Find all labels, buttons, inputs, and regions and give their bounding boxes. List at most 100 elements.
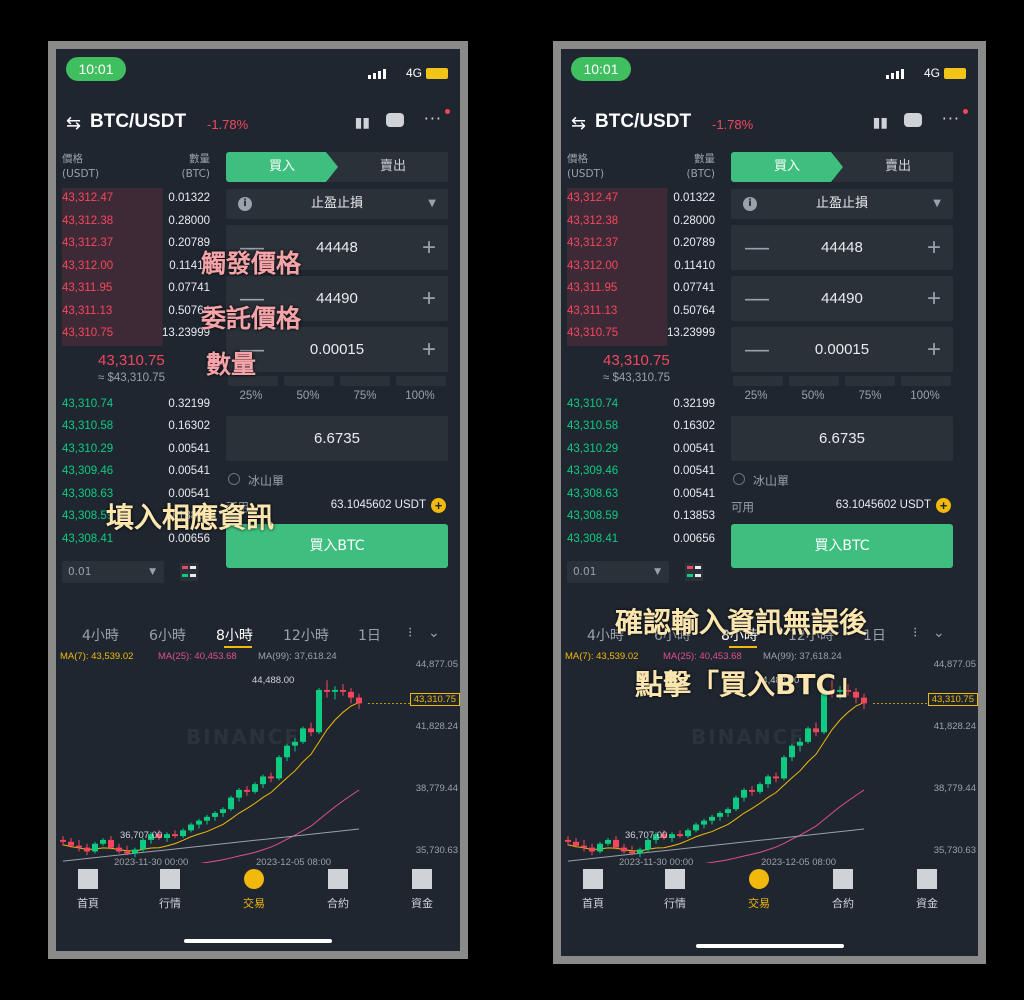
ask-row[interactable]: 43,311.13 0.50764 [62,300,210,323]
bid-row[interactable]: 43,309.46 0.00541 [567,461,715,484]
nav-markets[interactable]: 行情 [140,869,200,911]
nav-futures[interactable]: 合約 [813,869,873,911]
amount-slider[interactable] [226,376,448,386]
ask-row[interactable]: 43,311.95 0.07741 [567,278,715,301]
percent-75[interactable]: 75% [842,390,898,402]
info-icon[interactable]: i [238,197,252,211]
book-layout-icon[interactable] [180,563,198,581]
plus-icon[interactable]: + [422,225,436,270]
nav-markets[interactable]: 行情 [645,869,705,911]
iceberg-option[interactable]: 冰山單 [731,469,953,491]
percent-75[interactable]: 75% [337,390,393,402]
bid-row[interactable]: 43,310.29 0.00541 [62,439,210,462]
ask-row[interactable]: 43,312.00 0.11410 [62,255,210,278]
ask-row[interactable]: 43,311.13 0.50764 [567,300,715,323]
candle-chart-icon[interactable]: ▮▮ [355,115,370,131]
trigger-price-value[interactable]: 44448 [316,239,358,256]
percent-50[interactable]: 50% [280,390,336,402]
more-icon[interactable]: ··· [942,109,960,128]
add-funds-icon[interactable]: + [936,498,951,513]
bid-row[interactable]: 43,310.58 0.16302 [62,416,210,439]
book-layout-icon[interactable] [685,563,703,581]
plus-icon[interactable]: + [422,276,436,321]
info-icon[interactable]: i [743,197,757,211]
iceberg-option[interactable]: 冰山單 [226,469,448,491]
percent-100[interactable]: 100% [897,390,953,402]
trigger-price-value[interactable]: 44448 [821,239,863,256]
ask-row[interactable]: 43,312.37 0.20789 [62,233,210,256]
tab-interval-6h[interactable]: 6小時 [149,625,186,645]
bid-row[interactable]: 43,310.58 0.16302 [567,416,715,439]
add-funds-icon[interactable]: + [431,498,446,513]
swap-pair-icon[interactable]: ⇆ [571,113,586,134]
nav-trade[interactable]: 交易 [729,869,789,911]
amount-field[interactable]: — 0.00015 + [731,327,953,372]
nav-wallet[interactable]: 資金 [897,869,957,911]
amount-value[interactable]: 0.00015 [815,341,869,358]
bot-icon[interactable] [386,113,404,127]
ask-row[interactable]: 43,311.95 0.07741 [62,278,210,301]
percent-50[interactable]: 50% [785,390,841,402]
nav-home[interactable]: 首頁 [563,869,623,911]
iceberg-radio[interactable] [733,473,745,485]
depth-select[interactable]: 0.01 ▼ [567,561,669,583]
order-type-select[interactable]: i 止盈止損 ▼ [226,189,448,219]
bid-row[interactable]: 43,308.41 0.00656 [567,529,715,552]
chevron-down-icon[interactable]: ⌄ [428,625,440,641]
percent-25[interactable]: 25% [223,390,279,402]
pair-title[interactable]: BTC/USDT [595,111,691,133]
percent-25[interactable]: 25% [728,390,784,402]
nav-home[interactable]: 首頁 [58,869,118,911]
plus-icon[interactable]: + [927,327,941,372]
minus-icon[interactable]: — [745,327,769,372]
more-intervals-icon[interactable]: ⁝ [408,625,412,641]
limit-price-field[interactable]: — 44490 + [731,276,953,321]
bid-row[interactable]: 43,308.63 0.00541 [567,484,715,507]
tab-interval-1d[interactable]: 1日 [358,625,381,645]
nav-futures[interactable]: 合約 [308,869,368,911]
tab-interval-8h[interactable]: 8小時 [216,625,253,645]
tab-buy[interactable]: 買入 [226,152,338,182]
plus-icon[interactable]: + [927,276,941,321]
order-type-select[interactable]: i 止盈止損 ▼ [731,189,953,219]
bid-row[interactable]: 43,309.46 0.00541 [62,461,210,484]
limit-price-value[interactable]: 44490 [316,290,358,307]
ask-row[interactable]: 43,312.38 0.28000 [62,210,210,233]
total-field[interactable]: 6.6735 [226,416,448,461]
bid-row[interactable]: 43,310.74 0.32199 [567,394,715,417]
tab-sell[interactable]: 賣出 [833,152,953,182]
depth-select[interactable]: 0.01 ▼ [62,561,164,583]
swap-pair-icon[interactable]: ⇆ [66,113,81,134]
ask-row[interactable]: 43,312.38 0.28000 [567,210,715,233]
nav-wallet[interactable]: 資金 [392,869,452,911]
tab-interval-4h[interactable]: 4小時 [82,625,119,645]
ask-row[interactable]: 43,312.00 0.11410 [567,255,715,278]
minus-icon[interactable]: — [745,225,769,270]
bid-row[interactable]: 43,310.29 0.00541 [567,439,715,462]
trigger-price-field[interactable]: — 44448 + [731,225,953,270]
bid-row[interactable]: 43,308.59 0.13853 [567,506,715,529]
nav-trade[interactable]: 交易 [224,869,284,911]
bid-row[interactable]: 43,310.74 0.32199 [62,394,210,417]
more-icon[interactable]: ··· [424,109,442,128]
limit-price-value[interactable]: 44490 [821,290,863,307]
plus-icon[interactable]: + [422,327,436,372]
more-intervals-icon[interactable]: ⁝ [913,625,917,641]
ask-row[interactable]: 43,310.75 13.23999 [567,323,715,346]
amount-value[interactable]: 0.00015 [310,341,364,358]
buy-btc-button[interactable]: 買入BTC [731,524,953,568]
ask-row[interactable]: 43,310.75 13.23999 [62,323,210,346]
percent-100[interactable]: 100% [392,390,448,402]
bot-icon[interactable] [904,113,922,127]
minus-icon[interactable]: — [745,276,769,321]
amount-slider[interactable] [731,376,953,386]
tab-interval-12h[interactable]: 12小時 [283,625,329,645]
total-field[interactable]: 6.6735 [731,416,953,461]
pair-title[interactable]: BTC/USDT [90,111,186,133]
ask-row[interactable]: 43,312.47 0.01322 [62,188,210,211]
iceberg-radio[interactable] [228,473,240,485]
ask-row[interactable]: 43,312.37 0.20789 [567,233,715,256]
plus-icon[interactable]: + [927,225,941,270]
tab-sell[interactable]: 賣出 [328,152,448,182]
tab-buy[interactable]: 買入 [731,152,843,182]
